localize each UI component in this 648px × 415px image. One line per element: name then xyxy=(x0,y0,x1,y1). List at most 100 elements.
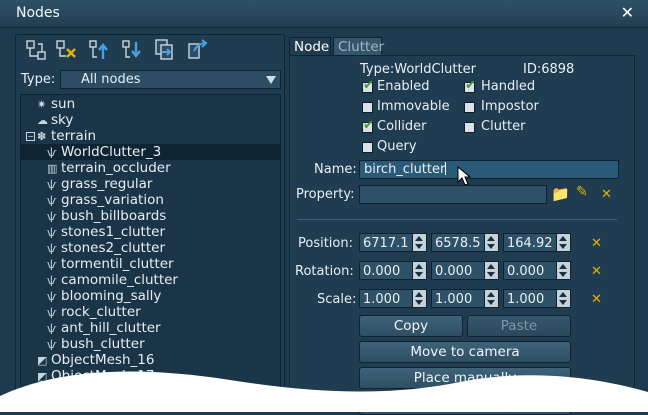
rotation-label: Rotation: xyxy=(295,264,354,279)
scale-y-spinbox[interactable]: 1.000 xyxy=(431,289,499,308)
spin-arrows[interactable] xyxy=(412,290,426,307)
clutter-icon: ѱ xyxy=(47,258,57,271)
clutter-icon: ѱ xyxy=(47,146,57,159)
scale-z-spinbox[interactable]: 1.000 xyxy=(503,289,571,308)
rotation-y-spinbox[interactable]: 0.000 xyxy=(431,261,499,280)
enabled-label: Enabled xyxy=(377,79,430,94)
tree-item[interactable]: ѱ blooming_sally xyxy=(47,288,161,304)
clutter-icon: ѱ xyxy=(47,290,57,303)
add-node-icon[interactable] xyxy=(24,38,48,62)
reset-position-icon[interactable]: ✕ xyxy=(591,236,602,251)
tree-item[interactable]: ◩ ObjectMesh_16 xyxy=(37,352,154,368)
node-tree[interactable]: ✷ sun ☁ sky − ✽ terrain ѱ WorldClutter_3 ▥ te… xyxy=(20,94,281,412)
divider xyxy=(297,219,617,220)
close-icon[interactable]: ✕ xyxy=(621,3,634,22)
paste-button[interactable]: Paste xyxy=(467,315,571,337)
tree-item-terrain[interactable]: ✽ terrain xyxy=(37,128,96,144)
clutter-icon: ѱ xyxy=(47,194,57,207)
sun-icon: ✷ xyxy=(37,98,47,111)
clutter-icon: ѱ xyxy=(47,274,57,287)
position-z-spinbox[interactable]: 164.92 xyxy=(503,233,571,252)
spin-arrows[interactable] xyxy=(556,262,570,279)
mouse-cursor-icon xyxy=(457,166,471,186)
tree-item[interactable]: ѱ grass_regular xyxy=(47,176,152,192)
spin-arrows[interactable] xyxy=(484,290,498,307)
rotation-x-spinbox[interactable]: 0.000 xyxy=(359,261,427,280)
tree-item[interactable]: ѱ tormentil_clutter xyxy=(47,256,174,272)
move-down-icon[interactable] xyxy=(120,38,144,62)
tree-item[interactable]: ѱ stones2_clutter xyxy=(47,240,165,256)
position-x-spinbox[interactable]: 6717.1 xyxy=(359,233,427,252)
spin-arrows[interactable] xyxy=(484,262,498,279)
position-y-spinbox[interactable]: 6578.5 xyxy=(431,233,499,252)
clutter-icon: ѱ xyxy=(47,226,57,239)
edit-icon[interactable]: ✎ xyxy=(576,184,588,200)
text-caret xyxy=(445,162,447,175)
property-input[interactable] xyxy=(359,185,547,204)
handled-checkbox[interactable]: ✔ xyxy=(464,78,476,93)
name-input[interactable]: birch_clutter xyxy=(359,160,619,179)
clutter-icon: ѱ xyxy=(47,242,57,255)
spin-arrows[interactable] xyxy=(484,234,498,251)
impostor-checkbox[interactable] xyxy=(464,102,475,113)
spin-arrows[interactable] xyxy=(556,234,570,251)
impostor-label: Impostor xyxy=(481,99,539,114)
sky-icon: ☁ xyxy=(37,114,48,127)
clear-property-icon[interactable]: ✕ xyxy=(601,187,612,202)
spin-arrows[interactable] xyxy=(412,262,426,279)
tree-item-sun[interactable]: ✷ sun xyxy=(37,96,75,112)
node-id-text: ID:6898 xyxy=(523,62,575,77)
chevron-down-icon xyxy=(266,76,276,84)
tree-item[interactable]: ѱ grass_variation xyxy=(47,192,164,208)
tree-item[interactable]: ѱ camomile_clutter xyxy=(47,272,178,288)
place-manually-button[interactable]: Place manually xyxy=(359,367,571,389)
scale-x-spinbox[interactable]: 1.000 xyxy=(359,289,427,308)
query-checkbox[interactable] xyxy=(362,142,373,153)
clutter-checkbox[interactable] xyxy=(464,122,475,133)
tree-item-sky[interactable]: ☁ sky xyxy=(37,112,73,128)
clutter-icon: ѱ xyxy=(47,210,57,223)
tree-item[interactable]: ѱ bush_billboards xyxy=(47,208,166,224)
copy-button[interactable]: Copy xyxy=(359,315,463,337)
spin-arrows[interactable] xyxy=(412,234,426,251)
collider-label: Collider xyxy=(377,119,427,134)
collider-checkbox[interactable]: ✔ xyxy=(362,118,374,133)
property-label: Property: xyxy=(296,187,355,202)
tree-item[interactable]: ◩ ObjectMesh_17 xyxy=(37,368,154,384)
tab-clutter[interactable]: Clutter xyxy=(333,37,384,56)
type-filter-select[interactable]: All nodes xyxy=(60,70,281,89)
clutter-icon: ѱ xyxy=(47,338,57,351)
tree-item[interactable]: ѱ rock_clutter xyxy=(47,304,141,320)
reset-rotation-icon[interactable]: ✕ xyxy=(591,264,602,279)
rotation-z-spinbox[interactable]: 0.000 xyxy=(503,261,571,280)
tree-item[interactable]: ѱ ant_hill_clutter xyxy=(47,320,161,336)
type-label: Type: xyxy=(21,72,56,87)
tab-node[interactable]: Node xyxy=(289,37,331,56)
move-to-camera-button[interactable]: Move to camera xyxy=(359,341,571,363)
reset-scale-icon[interactable]: ✕ xyxy=(591,292,602,307)
collapse-icon[interactable]: − xyxy=(26,132,35,141)
immovable-checkbox[interactable] xyxy=(362,102,373,113)
check-icon: ✔ xyxy=(363,78,374,93)
spin-arrows[interactable] xyxy=(556,290,570,307)
tree-item-worldclutter-3[interactable]: ѱ WorldClutter_3 xyxy=(21,144,280,160)
tree-item[interactable]: ѱ stones1_clutter xyxy=(47,224,165,240)
move-up-icon[interactable] xyxy=(87,38,111,62)
enabled-checkbox[interactable]: ✔ xyxy=(362,78,374,93)
folder-icon[interactable]: 📁 xyxy=(551,185,570,203)
export-icon[interactable] xyxy=(185,38,209,62)
name-label: Name: xyxy=(314,162,357,177)
occluder-icon: ▥ xyxy=(47,162,58,175)
type-filter-value: All nodes xyxy=(81,72,141,87)
scale-label: Scale: xyxy=(317,292,357,307)
delete-node-icon[interactable] xyxy=(54,38,78,62)
immovable-label: Immovable xyxy=(377,99,450,114)
clone-icon[interactable] xyxy=(152,38,176,62)
tree-item-terrain-occluder[interactable]: ▥ terrain_occluder xyxy=(47,160,171,176)
clutter-icon: ѱ xyxy=(47,178,57,191)
tree-item[interactable]: ѱ bush_clutter xyxy=(47,336,145,352)
title-bar: Nodes ✕ xyxy=(0,0,648,28)
query-label: Query xyxy=(377,139,417,154)
clutter-label: Clutter xyxy=(481,119,526,134)
clutter-icon: ѱ xyxy=(47,322,57,335)
